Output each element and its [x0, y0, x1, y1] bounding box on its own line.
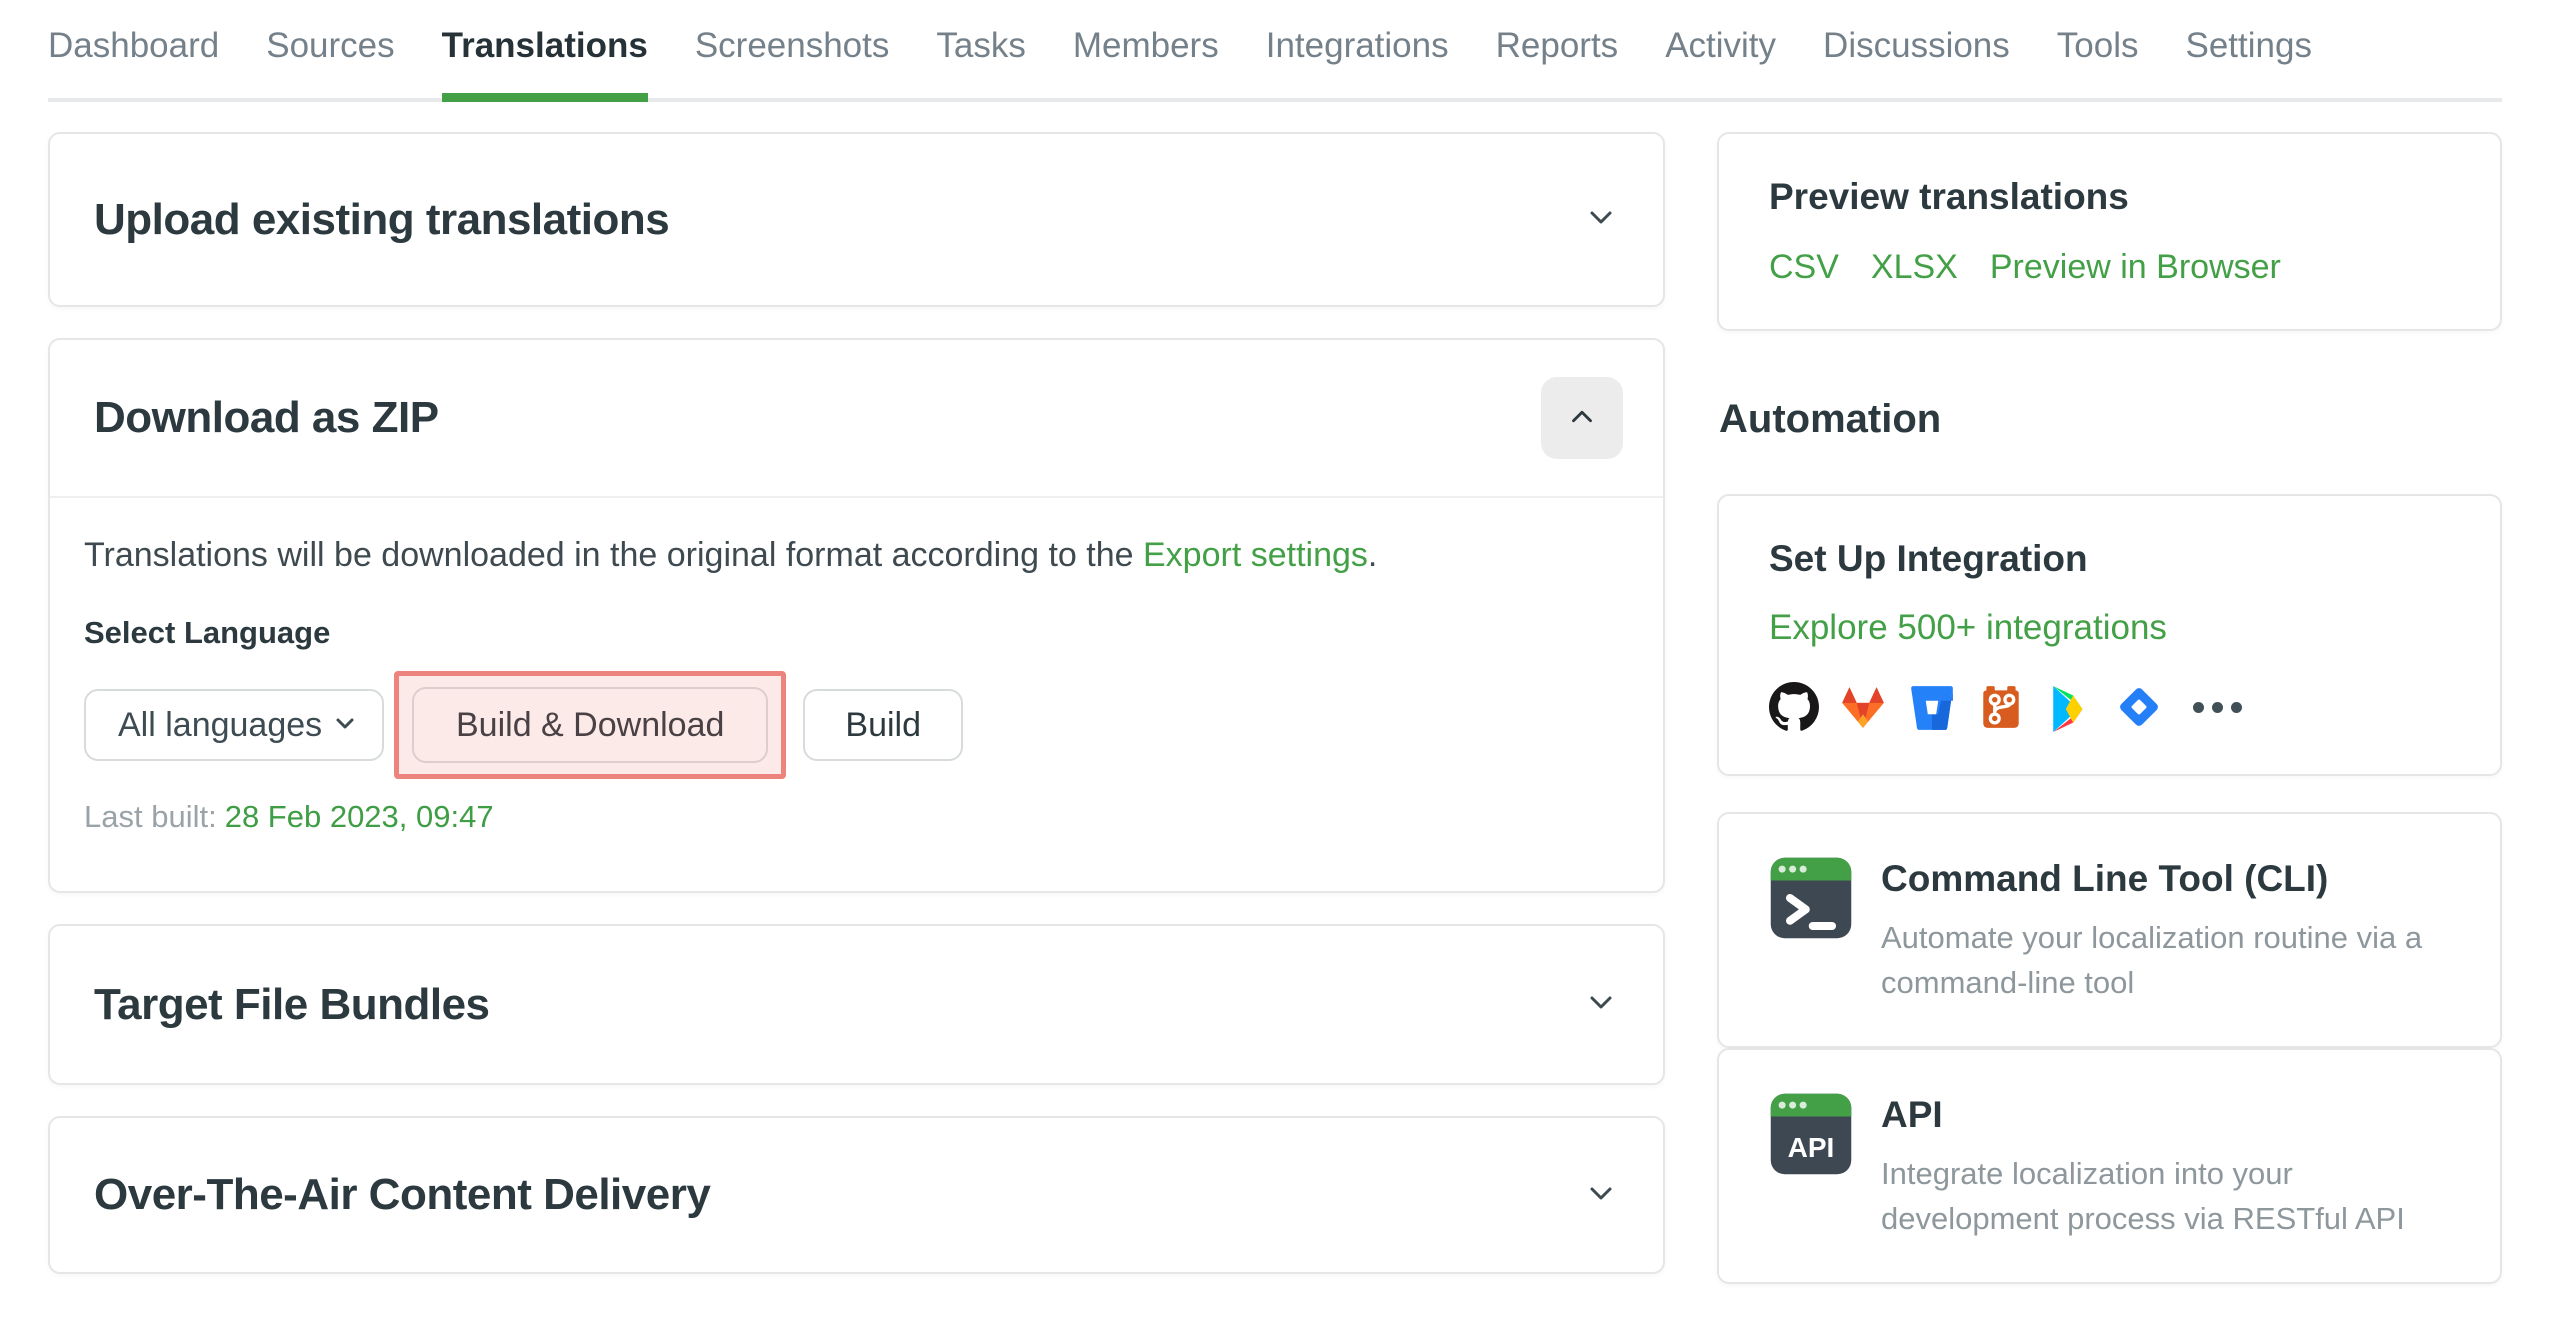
upload-panel-title: Upload existing translations: [94, 194, 670, 244]
terminal-icon: [1769, 856, 1853, 1006]
api-card[interactable]: API API Integrate localization into your…: [1717, 1047, 2502, 1284]
upload-existing-translations-panel[interactable]: Upload existing translations: [48, 132, 1665, 307]
tab-discussions[interactable]: Discussions: [1823, 26, 2010, 98]
build-and-download-button[interactable]: Build & Download: [412, 687, 769, 763]
select-language-label: Select Language: [84, 615, 331, 650]
tab-dashboard[interactable]: Dashboard: [48, 26, 219, 98]
cli-description: Automate your localization routine via a…: [1881, 920, 2423, 1000]
preview-csv-link[interactable]: CSV: [1769, 248, 1839, 287]
tab-sources[interactable]: Sources: [266, 26, 394, 98]
preview-translations-card: Preview translations CSV XLSX Preview in…: [1717, 132, 2502, 331]
cli-card[interactable]: Command Line Tool (CLI) Automate your lo…: [1717, 812, 2502, 1048]
explore-integrations-link[interactable]: Explore 500+ integrations: [1769, 608, 2167, 648]
tab-translations[interactable]: Translations: [441, 26, 648, 102]
last-built-label: Last built:: [84, 799, 217, 834]
download-panel-title: Download as ZIP: [94, 393, 439, 442]
project-tab-bar: Dashboard Sources Translations Screensho…: [48, 0, 2502, 102]
language-select[interactable]: All languages: [84, 689, 384, 761]
build-controls-row: All languages Build & Download Build: [84, 671, 1619, 779]
chevron-down-icon[interactable]: [1583, 1175, 1619, 1216]
download-panel-header[interactable]: Download as ZIP: [50, 340, 1663, 498]
language-select-value: All languages: [118, 705, 323, 744]
set-up-integration-card: Set Up Integration Explore 500+ integrat…: [1717, 494, 2502, 776]
api-title: API: [1881, 1093, 1943, 1135]
tab-reports[interactable]: Reports: [1496, 26, 1619, 98]
chevron-down-icon: [332, 706, 358, 745]
bundles-panel-title: Target File Bundles: [94, 979, 490, 1029]
translations-page: Dashboard Sources Translations Screensho…: [0, 0, 2550, 1305]
preview-xlsx-link[interactable]: XLSX: [1871, 248, 1958, 287]
automation-heading: Automation: [1719, 397, 1942, 441]
chevron-down-icon[interactable]: [1583, 199, 1619, 240]
build-button[interactable]: Build: [803, 689, 963, 761]
tab-screenshots[interactable]: Screenshots: [695, 26, 890, 98]
main-column: Upload existing translations Download as…: [48, 132, 1665, 1305]
jira-icon[interactable]: [2114, 682, 2164, 732]
set-up-integration-title: Set Up Integration: [1769, 538, 2088, 579]
last-built-status: Last built: 28 Feb 2023, 09:47: [84, 799, 1619, 835]
download-panel-body: Translations will be downloaded in the o…: [50, 498, 1663, 891]
tab-members[interactable]: Members: [1073, 26, 1219, 98]
ota-panel-title: Over-The-Air Content Delivery: [94, 1170, 711, 1219]
api-card-text: API Integrate localization into your dev…: [1881, 1090, 2450, 1242]
bitbucket-icon[interactable]: [1907, 682, 1957, 732]
cli-title: Command Line Tool (CLI): [1881, 858, 2329, 899]
api-description: Integrate localization into your develop…: [1881, 1155, 2405, 1236]
collapse-button[interactable]: [1541, 377, 1623, 459]
description-period: .: [1367, 536, 1378, 574]
chevron-up-icon: [1565, 400, 1599, 437]
tab-tasks[interactable]: Tasks: [936, 26, 1025, 98]
gitlab-icon[interactable]: [1838, 682, 1888, 732]
preview-translations-title: Preview translations: [1769, 176, 2129, 217]
chevron-down-icon[interactable]: [1583, 984, 1619, 1025]
ota-content-delivery-panel[interactable]: Over-The-Air Content Delivery: [48, 1116, 1665, 1274]
description-text: Translations will be downloaded in the o…: [84, 536, 1143, 574]
download-description: Translations will be downloaded in the o…: [84, 536, 1619, 575]
api-icon: API: [1769, 1092, 1853, 1242]
github-icon[interactable]: [1769, 682, 1819, 732]
export-settings-link[interactable]: Export settings: [1143, 536, 1368, 574]
preview-in-browser-link[interactable]: Preview in Browser: [1990, 248, 2281, 287]
tab-settings[interactable]: Settings: [2186, 26, 2312, 98]
tab-integrations[interactable]: Integrations: [1266, 26, 1449, 98]
sidebar-column: Preview translations CSV XLSX Preview in…: [1717, 132, 2502, 1284]
git-icon[interactable]: [1976, 682, 2026, 732]
download-as-zip-panel: Download as ZIP Translations will be dow…: [48, 338, 1665, 893]
tab-activity[interactable]: Activity: [1665, 26, 1776, 98]
google-play-icon[interactable]: [2045, 682, 2095, 732]
svg-text:API: API: [1788, 1132, 1835, 1163]
target-file-bundles-panel[interactable]: Target File Bundles: [48, 924, 1665, 1085]
integration-icons-row: [1769, 682, 2450, 732]
click-target-highlight: Build & Download: [394, 671, 787, 779]
tab-tools[interactable]: Tools: [2057, 26, 2139, 98]
cli-card-text: Command Line Tool (CLI) Automate your lo…: [1881, 854, 2450, 1006]
preview-links-row: CSV XLSX Preview in Browser: [1769, 248, 2450, 287]
more-integrations-icon[interactable]: [2193, 701, 2242, 713]
last-built-timestamp[interactable]: 28 Feb 2023, 09:47: [225, 799, 494, 834]
